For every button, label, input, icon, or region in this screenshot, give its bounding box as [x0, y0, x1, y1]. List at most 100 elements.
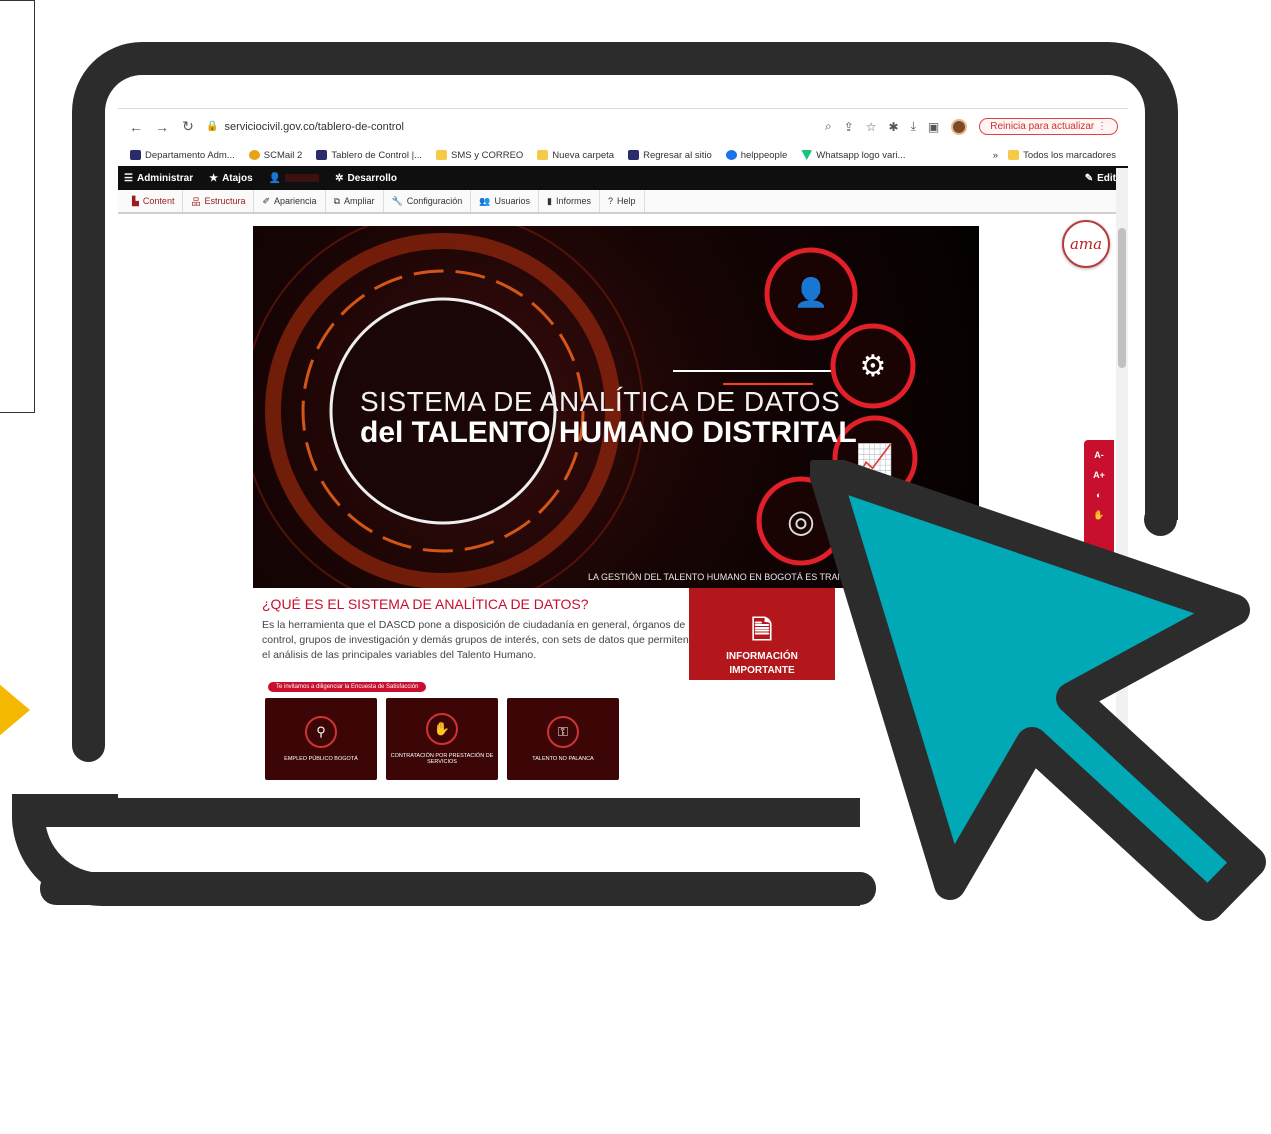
tile-label: TALENTO NO PALANCA	[532, 756, 594, 762]
bookmark-label: Regresar al sitio	[643, 149, 712, 161]
illustration-canvas: ← → ↻ 🔒 serviciocivil.gov.co/tablero-de-…	[0, 0, 1271, 1134]
profile-avatar[interactable]	[951, 118, 968, 135]
admin-menu-atajos[interactable]: ★ Atajos	[209, 173, 253, 184]
admin-label: Administrar	[136, 172, 194, 184]
laptop-base-bottom	[40, 872, 876, 905]
toolbar-label: Informes	[555, 196, 591, 206]
bookmark-item[interactable]: Tablero de Control |...	[316, 150, 422, 161]
toolbar-item-content[interactable]: ▙ Content	[124, 190, 184, 212]
user-icon: 👤	[794, 276, 829, 309]
bookmark-icon	[628, 150, 640, 160]
puzzle-icon: ⧉	[333, 195, 340, 206]
tile-contratacion[interactable]: ✋ CONTRATACIÓN POR PRESTACIÓN DE SERVICI…	[386, 698, 498, 780]
user-icon: 👤	[268, 172, 282, 184]
bookmark-icon	[801, 150, 813, 160]
survey-button[interactable]: Te invitamos a diligenciar la Encuesta d…	[268, 682, 427, 692]
zoom-icon[interactable]: ⌕	[825, 119, 832, 134]
forward-icon[interactable]: →	[154, 119, 170, 135]
toolbar-label: Help	[617, 196, 636, 206]
user-name-redacted	[285, 174, 320, 182]
tile-talento-no-palanca[interactable]: ⚿ TALENTO NO PALANCA	[507, 698, 619, 780]
bookmark-icon	[130, 150, 141, 160]
bookmark-label: SMS y CORREO	[450, 149, 524, 161]
admin-edit-button[interactable]: ✎ Edit	[1085, 173, 1116, 184]
admin-menu-desarrollo[interactable]: ✲ Desarrollo	[335, 173, 397, 184]
toolbar-item-ampliar[interactable]: ⧉ Ampliar	[326, 190, 384, 212]
mouse-cursor-icon	[810, 460, 1266, 921]
toolbar-item-informes[interactable]: ▮ Informes	[539, 190, 600, 212]
important-card-line2: IMPORTANTE	[729, 665, 795, 676]
all-bookmarks-item[interactable]: Todos los marcadores	[1008, 150, 1116, 161]
toolbar-item-configuracion[interactable]: 🔧 Configuración	[384, 190, 472, 212]
lock-icon: 🔒	[206, 121, 219, 132]
url-text: serviciocivil.gov.co/tablero-de-control	[224, 120, 404, 133]
scrollbar-thumb[interactable]	[1118, 228, 1126, 368]
help-icon: ?	[607, 196, 613, 206]
more-bookmarks-button[interactable]: »	[993, 150, 998, 161]
yellow-arrow-shape	[0, 668, 30, 752]
toolbar-label: Content	[142, 196, 175, 206]
bookmark-item[interactable]: SMS y CORREO	[435, 149, 524, 161]
bookmark-item[interactable]: Nueva carpeta	[537, 150, 614, 161]
bookmark-icon	[248, 150, 260, 160]
hero-title-line1: SISTEMA DE ANALÍTICA DE DATOS	[360, 386, 841, 417]
folder-icon	[1008, 150, 1020, 160]
brush-icon: ✐	[262, 195, 271, 206]
toolbar-item-estructura[interactable]: 品 Estructura	[183, 190, 255, 212]
star-icon: ★	[209, 172, 219, 184]
gears-icon: ⚙	[860, 349, 887, 384]
document-check-icon: 🗎	[751, 615, 773, 645]
structure-icon: 品	[191, 196, 201, 207]
info-title: ¿QUÉ ES EL SISTEMA DE ANALÍTICA DE DATOS…	[262, 596, 589, 612]
toolbar-item-help[interactable]: ? Help	[600, 190, 645, 212]
menu-icon: ☰	[124, 172, 133, 184]
badge-text: ama	[1069, 235, 1103, 253]
bar-chart-icon: ▮	[547, 195, 552, 206]
reload-icon[interactable]: ↻	[180, 118, 196, 135]
update-label: Reinicia para actualizar	[990, 121, 1095, 132]
bookmarks-overflow: » Todos los marcadores	[993, 150, 1116, 161]
admin-menu-user[interactable]: 👤	[268, 172, 320, 184]
sidepanel-icon[interactable]: ▣	[928, 120, 939, 134]
star-icon[interactable]: ☆	[866, 120, 877, 134]
wrench-icon: 🔧	[391, 195, 403, 206]
admin-menu-administrar[interactable]: ☰ Administrar	[124, 173, 193, 184]
decorative-box	[0, 0, 35, 413]
back-icon[interactable]: ←	[128, 119, 144, 135]
bookmark-item[interactable]: Whatsapp logo vari...	[801, 150, 905, 161]
toolbar-item-apariencia[interactable]: ✐ Apariencia	[254, 190, 326, 212]
laptop-frame-cap	[72, 729, 105, 762]
cursor-shape	[810, 460, 1266, 921]
download-icon[interactable]: ⤓	[911, 119, 916, 134]
font-decrease-button[interactable]: A-	[1094, 450, 1104, 460]
bookmark-icon	[316, 150, 328, 160]
important-card-line1: INFORMACIÓN	[726, 651, 798, 662]
bookmark-item[interactable]: helppeople	[725, 150, 787, 161]
bookmark-label: SCMail 2	[263, 149, 303, 161]
bookmark-label: Tablero de Control |...	[331, 149, 422, 161]
users-icon: 👥	[479, 195, 491, 206]
bookmark-item[interactable]: Regresar al sitio	[628, 150, 712, 161]
bookmark-item[interactable]: SCMail 2	[248, 149, 303, 161]
update-button[interactable]: Reinicia para actualizar ⋮	[979, 118, 1118, 135]
extensions-icon[interactable]: ✱	[889, 120, 899, 134]
document-icon: ▙	[132, 195, 139, 206]
admin-label: Desarrollo	[347, 172, 397, 184]
admin-toolbar-tray: ▙ Content 品 Estructura ✐ Apariencia ⧉ Amplia…	[118, 190, 1128, 214]
bookmark-item[interactable]: Departamento Adm...	[130, 150, 235, 161]
address-bar: ← → ↻ 🔒 serviciocivil.gov.co/tablero-de-…	[118, 108, 1128, 144]
ama-logo-badge[interactable]: ama	[1062, 220, 1110, 268]
admin-label: Atajos	[222, 172, 253, 184]
tile-empleo-publico[interactable]: ⚲ EMPLEO PÚBLICO BOGOTÁ	[265, 698, 377, 780]
admin-label: Edit	[1097, 172, 1116, 184]
share-icon[interactable]: ⇪	[844, 120, 854, 134]
search-person-icon: ⚲	[305, 716, 337, 748]
tile-label: CONTRATACIÓN POR PRESTACIÓN DE SERVICIOS	[390, 753, 494, 765]
url-field[interactable]: 🔒 serviciocivil.gov.co/tablero-de-contro…	[206, 121, 815, 133]
pencil-icon: ✎	[1084, 172, 1094, 184]
bookmark-label: Nueva carpeta	[552, 149, 615, 161]
toolbar-label: Estructura	[204, 196, 246, 206]
gear-icon: ✲	[335, 172, 344, 184]
toolbar-label: Ampliar	[344, 196, 375, 206]
toolbar-item-usuarios[interactable]: 👥 Usuarios	[471, 190, 540, 212]
